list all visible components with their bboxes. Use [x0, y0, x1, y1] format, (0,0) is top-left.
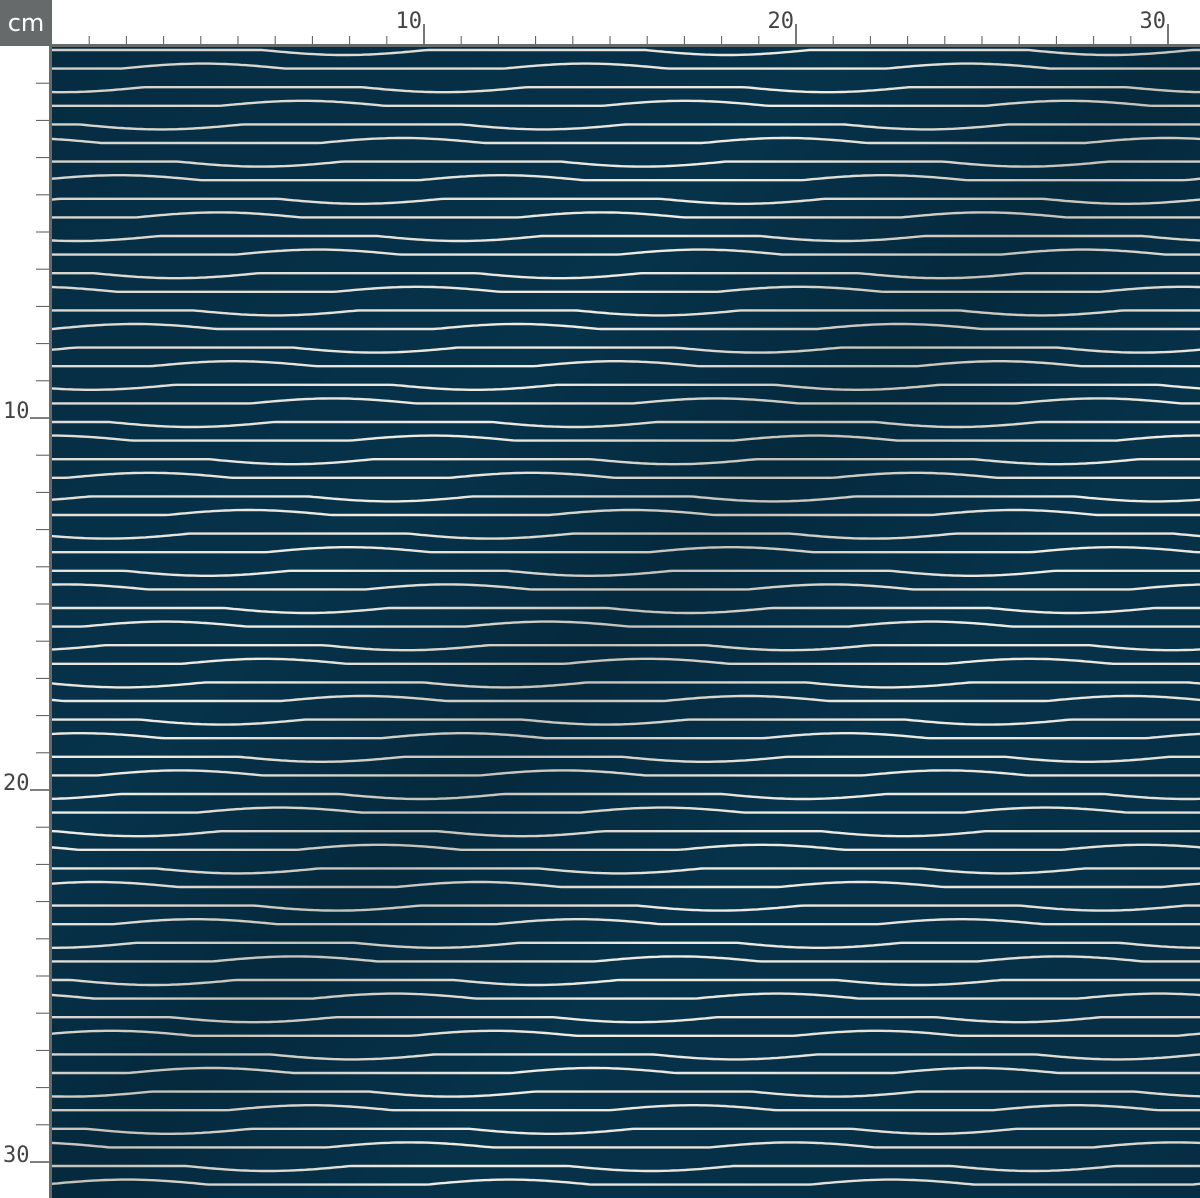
- unit-label: cm: [0, 0, 52, 46]
- fabric-swatch: [52, 47, 1200, 1198]
- top-ruler-label-30: 30: [1140, 9, 1167, 34]
- left-ruler-label-10: 10: [3, 399, 30, 424]
- top-ruler: 10 20 30: [52, 0, 1200, 46]
- fabric-shading: [52, 47, 1200, 1198]
- left-ruler: 10 20 30: [0, 46, 52, 1198]
- left-ruler-label-30: 30: [3, 1143, 30, 1168]
- left-ruler-label-20: 20: [3, 771, 30, 796]
- top-ruler-label-20: 20: [768, 9, 795, 34]
- top-ruler-label-10: 10: [396, 9, 423, 34]
- top-ruler-ticks: [88, 24, 1169, 46]
